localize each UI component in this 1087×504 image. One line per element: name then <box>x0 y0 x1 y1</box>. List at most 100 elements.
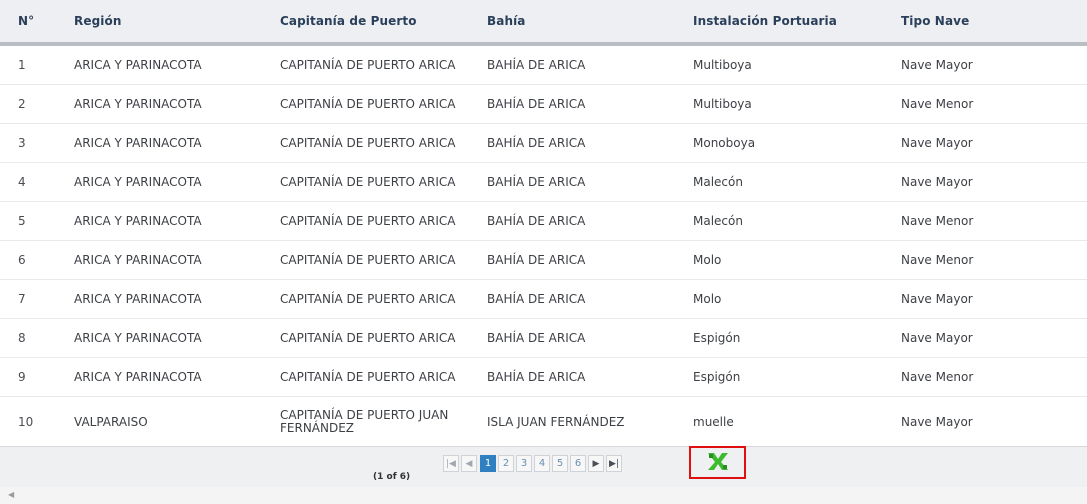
cell-instalacion: Multiboya <box>675 84 883 124</box>
cell-tipo: Nave Mayor <box>883 279 1087 319</box>
cell-capitania: CAPITANÍA DE PUERTO ARICA <box>262 123 469 163</box>
cell-num: 5 <box>0 201 56 241</box>
table-row[interactable]: 7 ARICA Y PARINACOTA CAPITANÍA DE PUERTO A… <box>0 279 1087 319</box>
page-button-6[interactable]: 6 <box>570 455 586 472</box>
cell-num: 9 <box>0 357 56 397</box>
export-excel-button[interactable] <box>689 446 746 479</box>
last-page-icon: ▶| <box>609 458 619 469</box>
cell-bahia: BAHÍA DE ARICA <box>469 318 675 358</box>
cell-bahia: BAHÍA DE ARICA <box>469 240 675 280</box>
table-row[interactable]: 4 ARICA Y PARINACOTA CAPITANÍA DE PUERTO A… <box>0 162 1087 202</box>
page-button-2[interactable]: 2 <box>498 455 514 472</box>
header-region[interactable]: Región <box>56 0 262 46</box>
first-page-button[interactable]: |◀ <box>443 455 459 472</box>
cell-tipo: Nave Menor <box>883 240 1087 280</box>
cell-num: 2 <box>0 84 56 124</box>
table-row[interactable]: 6 ARICA Y PARINACOTA CAPITANÍA DE PUERTO A… <box>0 240 1087 280</box>
cell-num: 3 <box>0 123 56 163</box>
table-row[interactable]: 3 ARICA Y PARINACOTA CAPITANÍA DE PUERTO A… <box>0 123 1087 163</box>
table-row[interactable]: 5 ARICA Y PARINACOTA CAPITANÍA DE PUERTO A… <box>0 201 1087 241</box>
cell-capitania: CAPITANÍA DE PUERTO ARICA <box>262 318 469 358</box>
cell-bahia: BAHÍA DE ARICA <box>469 44 675 85</box>
cell-capitania: CAPITANÍA DE PUERTO ARICA <box>262 357 469 397</box>
cell-capitania: CAPITANÍA DE PUERTO JUAN FERNÁNDEZ <box>262 396 469 448</box>
header-instalacion[interactable]: Instalación Portuaria <box>675 0 883 46</box>
cell-instalacion: Molo <box>675 279 883 319</box>
cell-region: ARICA Y PARINACOTA <box>56 240 262 280</box>
page-button-5[interactable]: 5 <box>552 455 568 472</box>
header-capitania[interactable]: Capitanía de Puerto <box>262 0 469 46</box>
cell-capitania: CAPITANÍA DE PUERTO ARICA <box>262 279 469 319</box>
cell-bahia: BAHÍA DE ARICA <box>469 84 675 124</box>
page-button-1[interactable]: 1 <box>480 455 496 472</box>
cell-region: VALPARAISO <box>56 396 262 448</box>
cell-instalacion: Molo <box>675 240 883 280</box>
cell-instalacion: Malecón <box>675 201 883 241</box>
table-body: 1 ARICA Y PARINACOTA CAPITANÍA DE PUERTO A… <box>0 44 1087 448</box>
cell-capitania: CAPITANÍA DE PUERTO ARICA <box>262 162 469 202</box>
table-row[interactable]: 9 ARICA Y PARINACOTA CAPITANÍA DE PUERTO A… <box>0 357 1087 397</box>
cell-bahia: BAHÍA DE ARICA <box>469 123 675 163</box>
cell-num: 8 <box>0 318 56 358</box>
cell-instalacion: Espigón <box>675 318 883 358</box>
cell-region: ARICA Y PARINACOTA <box>56 162 262 202</box>
cell-num: 10 <box>0 396 56 448</box>
prev-page-button[interactable]: ◀ <box>461 455 477 472</box>
cell-tipo: Nave Menor <box>883 84 1087 124</box>
header-tipo-nave[interactable]: Tipo Nave <box>883 0 1087 46</box>
header-bahia[interactable]: Bahía <box>469 0 675 46</box>
table-header-row: N° Región Capitanía de Puerto Bahía Inst… <box>0 0 1087 46</box>
cell-region: ARICA Y PARINACOTA <box>56 357 262 397</box>
cell-tipo: Nave Mayor <box>883 44 1087 85</box>
cell-instalacion: Monoboya <box>675 123 883 163</box>
cell-num: 1 <box>0 44 56 85</box>
cell-region: ARICA Y PARINACOTA <box>56 84 262 124</box>
horizontal-scrollbar[interactable]: ◀ <box>0 487 1087 504</box>
cell-tipo: Nave Mayor <box>883 162 1087 202</box>
cell-capitania: CAPITANÍA DE PUERTO ARICA <box>262 44 469 85</box>
cell-instalacion: muelle <box>675 396 883 448</box>
cell-bahia: BAHÍA DE ARICA <box>469 357 675 397</box>
cell-instalacion: Espigón <box>675 357 883 397</box>
cell-num: 7 <box>0 279 56 319</box>
cell-tipo: Nave Mayor <box>883 318 1087 358</box>
cell-bahia: BAHÍA DE ARICA <box>469 201 675 241</box>
page-button-3[interactable]: 3 <box>516 455 532 472</box>
cell-bahia: ISLA JUAN FERNÁNDEZ <box>469 396 675 448</box>
cell-capitania: CAPITANÍA DE PUERTO ARICA <box>262 201 469 241</box>
cell-num: 4 <box>0 162 56 202</box>
cell-region: ARICA Y PARINACOTA <box>56 123 262 163</box>
page-status: (1 of 6) <box>373 472 411 482</box>
cell-bahia: BAHÍA DE ARICA <box>469 279 675 319</box>
table-row[interactable]: 10 VALPARAISO CAPITANÍA DE PUERTO JUAN FER… <box>0 396 1087 448</box>
cell-tipo: Nave Menor <box>883 357 1087 397</box>
header-num[interactable]: N° <box>0 0 56 46</box>
table-row[interactable]: 2 ARICA Y PARINACOTA CAPITANÍA DE PUERTO A… <box>0 84 1087 124</box>
cell-tipo: Nave Mayor <box>883 396 1087 448</box>
paginator: (1 of 6) |◀ ◀ 1 2 3 4 5 6 ▶ ▶| <box>0 446 1087 488</box>
data-table-container: N° Región Capitanía de Puerto Bahía Inst… <box>0 0 1087 448</box>
table-row[interactable]: 1 ARICA Y PARINACOTA CAPITANÍA DE PUERTO A… <box>0 44 1087 85</box>
page-button-4[interactable]: 4 <box>534 455 550 472</box>
next-page-button[interactable]: ▶ <box>588 455 604 472</box>
table-row[interactable]: 8 ARICA Y PARINACOTA CAPITANÍA DE PUERTO A… <box>0 318 1087 358</box>
cell-capitania: CAPITANÍA DE PUERTO ARICA <box>262 84 469 124</box>
prev-page-icon: ◀ <box>465 458 473 469</box>
data-table: N° Región Capitanía de Puerto Bahía Inst… <box>0 0 1087 448</box>
cell-region: ARICA Y PARINACOTA <box>56 279 262 319</box>
cell-region: ARICA Y PARINACOTA <box>56 44 262 85</box>
cell-bahia: BAHÍA DE ARICA <box>469 162 675 202</box>
scroll-left-icon[interactable]: ◀ <box>8 490 14 499</box>
cell-instalacion: Multiboya <box>675 44 883 85</box>
cell-num: 6 <box>0 240 56 280</box>
cell-instalacion: Malecón <box>675 162 883 202</box>
cell-tipo: Nave Mayor <box>883 123 1087 163</box>
excel-export-icon <box>705 450 731 476</box>
next-page-icon: ▶ <box>592 458 600 469</box>
cell-region: ARICA Y PARINACOTA <box>56 318 262 358</box>
cell-capitania: CAPITANÍA DE PUERTO ARICA <box>262 240 469 280</box>
first-page-icon: |◀ <box>446 458 456 469</box>
cell-tipo: Nave Menor <box>883 201 1087 241</box>
last-page-button[interactable]: ▶| <box>606 455 622 472</box>
cell-region: ARICA Y PARINACOTA <box>56 201 262 241</box>
